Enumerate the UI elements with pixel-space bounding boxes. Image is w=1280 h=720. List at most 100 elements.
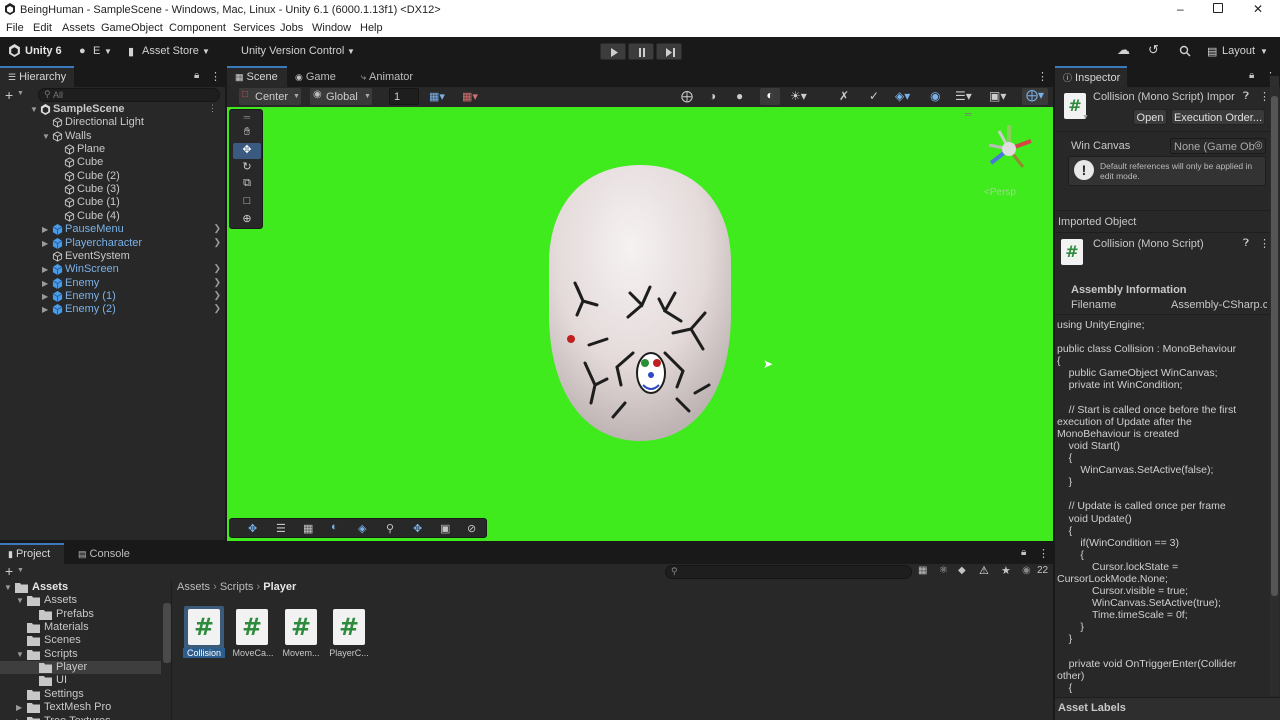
pause-button[interactable] <box>628 43 654 60</box>
layers-icon[interactable]: ☰▾ <box>955 89 972 103</box>
breadcrumb-player[interactable]: Player <box>263 581 296 593</box>
filter-type-icon[interactable]: ▦ <box>918 565 927 576</box>
object-picker-icon[interactable]: ◎ <box>1254 140 1263 151</box>
hierarchy-item[interactable]: EventSystem <box>0 250 225 263</box>
chevron-right-icon[interactable]: ❯ <box>213 290 221 301</box>
lock-icon[interactable]: 🔒︎ <box>1021 547 1026 558</box>
file-label-collision[interactable]: Collision <box>183 648 225 658</box>
expand-arrow-icon[interactable]: ▼ <box>16 650 24 659</box>
expand-arrow-icon[interactable]: ▼ <box>4 583 12 592</box>
menu-assets[interactable]: Assets <box>62 22 95 34</box>
menu-services[interactable]: Services <box>233 22 275 34</box>
hierarchy-item[interactable]: Cube (3) <box>0 183 225 196</box>
hierarchy-item[interactable]: Cube <box>0 156 225 169</box>
account-label[interactable]: Unity 6 <box>25 45 62 57</box>
rotate-tool-icon[interactable]: ↻ <box>233 160 261 176</box>
compass-icon[interactable]: ⊘ <box>467 522 476 535</box>
hand-tool-icon[interactable]: ✋︎ <box>233 126 261 142</box>
eye-icon[interactable]: ◉ <box>930 89 940 103</box>
more-options-icon[interactable]: ⋮ <box>1259 90 1270 103</box>
scale-tool-icon[interactable]: ⧉ <box>233 177 261 193</box>
open-button[interactable]: Open <box>1133 109 1167 125</box>
chevron-right-icon[interactable]: ❯ <box>213 303 221 314</box>
camera-icon[interactable]: ▣▾ <box>989 89 1006 103</box>
asset-store-button[interactable]: Asset Store <box>142 45 199 57</box>
collapse-arrow-icon[interactable]: ▶ <box>42 292 48 301</box>
collapse-arrow-icon[interactable]: ▶ <box>42 265 48 274</box>
history-icon[interactable]: ↺ <box>1148 42 1159 58</box>
enemy-capsule-object[interactable] <box>545 163 735 443</box>
expand-arrow-icon[interactable]: ▼ <box>30 105 38 114</box>
script-file-icon[interactable]: # <box>188 609 220 645</box>
close-icon[interactable]: ✕ <box>1253 2 1263 16</box>
orientation-gizmo[interactable] <box>979 119 1039 179</box>
grid-size-field[interactable]: 1 <box>389 88 419 105</box>
chevron-right-icon[interactable]: ❯ <box>213 277 221 288</box>
effects-icon[interactable]: ✓ <box>869 89 879 103</box>
lighting-icon[interactable]: ☀▾ <box>790 89 807 103</box>
space-dropdown[interactable]: ◉ Global ▼ <box>310 88 372 105</box>
folder-item[interactable]: Settings <box>0 688 161 701</box>
more-options-icon[interactable]: ⋮ <box>1259 237 1270 250</box>
align-icon[interactable]: ☰ <box>276 522 286 535</box>
transform-tool-icon[interactable]: ⊕ <box>233 212 261 228</box>
menu-gameobject[interactable]: GameObject <box>101 22 163 34</box>
shaded-wire-icon[interactable]: ◑ <box>709 89 716 103</box>
tab-animator[interactable]: ⤷ Animator <box>353 66 433 87</box>
search-icon[interactable] <box>1179 45 1191 60</box>
project-search-input[interactable]: ⚲ <box>665 565 912 579</box>
grid-snap-icon[interactable]: ▦▾ <box>429 90 445 103</box>
overlay-handle-icon[interactable]: ═ <box>965 109 971 119</box>
user-account-icon[interactable]: ● <box>79 45 86 57</box>
execution-order-button[interactable]: Execution Order... <box>1171 109 1265 125</box>
script-file-icon[interactable]: # <box>333 609 365 645</box>
scene-visibility-icon[interactable]: ◈▾ <box>895 89 910 103</box>
hierarchy-item[interactable]: ▶ Enemy (1) ❯ <box>0 290 225 303</box>
help-icon[interactable]: ❓︎ <box>1243 238 1249 249</box>
lit-toggle-icon[interactable]: ◐ <box>331 521 338 533</box>
folder-item[interactable]: Materials <box>0 621 161 634</box>
tab-hierarchy[interactable]: ☰ Hierarchy <box>0 66 74 87</box>
menu-help[interactable]: Help <box>360 22 383 34</box>
tab-project[interactable]: ▮ Project <box>0 543 64 564</box>
hierarchy-item[interactable]: ▶ Enemy ❯ <box>0 277 225 290</box>
warning-icon[interactable]: ⚠ <box>979 564 989 577</box>
draw-mode-icon[interactable]: ⨁ <box>681 89 693 103</box>
lock-icon[interactable]: 🔒︎ <box>1249 70 1254 81</box>
grid-snap-icon[interactable]: ▦ <box>303 522 313 535</box>
folder-item[interactable]: ▼ Assets <box>0 581 161 594</box>
snap-move-icon[interactable]: ✥ <box>248 522 257 535</box>
collapse-arrow-icon[interactable]: ▶ <box>16 717 22 720</box>
tab-console[interactable]: ▤ Console <box>70 543 134 564</box>
maximize-icon[interactable] <box>1213 3 1223 13</box>
more-options-icon[interactable]: ⋮ <box>210 70 221 83</box>
grid-toggle-icon[interactable]: ▦▾ <box>462 90 478 103</box>
folder-item[interactable]: ▶ Tree Textures <box>0 715 161 720</box>
audio-mute-icon[interactable]: ✗ <box>839 89 849 103</box>
file-label-movement[interactable]: Movem... <box>277 648 325 658</box>
more-options-icon[interactable]: ⋮ <box>208 103 217 114</box>
play-button[interactable] <box>600 43 626 60</box>
collapse-arrow-icon[interactable]: ▶ <box>16 703 22 712</box>
file-label-movecamera[interactable]: MoveCa... <box>229 648 277 658</box>
minimize-icon[interactable]: – <box>1177 2 1184 16</box>
more-options-icon[interactable]: ⋮ <box>1037 70 1048 83</box>
help-icon[interactable]: ❓︎ <box>1243 91 1249 102</box>
breadcrumb-assets[interactable]: Assets <box>177 581 210 593</box>
pivot-handle-icon[interactable]: ✥ <box>413 522 422 535</box>
tree-scrollbar[interactable] <box>163 603 171 663</box>
tab-scene[interactable]: ▦ Scene <box>227 66 287 87</box>
collapse-arrow-icon[interactable]: ▶ <box>42 279 48 288</box>
menu-file[interactable]: File <box>6 22 24 34</box>
camera-icon[interactable]: ▣ <box>440 522 450 535</box>
shaded-icon[interactable]: ● <box>736 89 743 103</box>
folder-item[interactable]: ▼ Scripts <box>0 648 161 661</box>
hierarchy-item[interactable]: Cube (1) <box>0 196 225 209</box>
user-initial[interactable]: E <box>93 45 100 57</box>
chevron-right-icon[interactable]: ❯ <box>213 263 221 274</box>
nav-icon[interactable]: ◈ <box>358 522 366 535</box>
chevron-right-icon[interactable]: ❯ <box>213 223 221 234</box>
add-icon[interactable]: + <box>5 563 13 579</box>
menu-jobs[interactable]: Jobs <box>280 22 303 34</box>
breadcrumb-scripts[interactable]: Scripts <box>220 581 254 593</box>
